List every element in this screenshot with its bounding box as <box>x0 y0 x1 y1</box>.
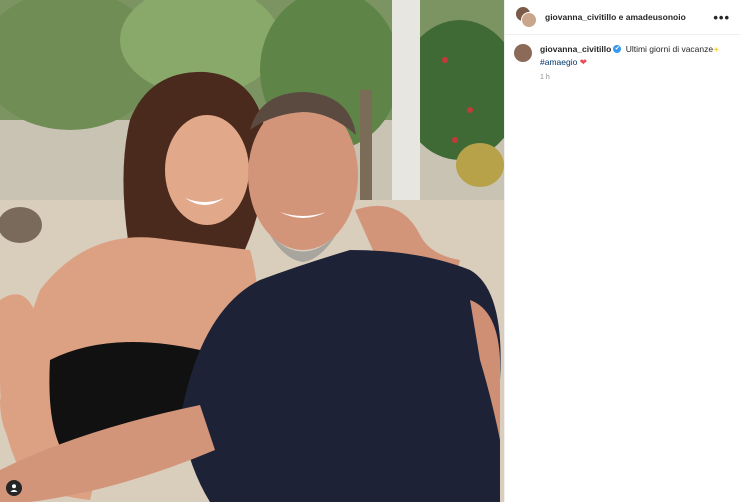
verified-badge-icon: ✔ <box>613 45 622 54</box>
post-timestamp[interactable]: 1 h <box>540 72 719 84</box>
post-photo[interactable] <box>0 0 504 502</box>
person-tag-icon <box>10 484 18 492</box>
caption-body: giovanna_civitillo ✔ Ultimi giorni di vac… <box>540 44 719 84</box>
instagram-post: giovanna_civitillo e amadeusonoio ••• gi… <box>0 0 740 502</box>
post-header: giovanna_civitillo e amadeusonoio ••• <box>505 0 740 35</box>
caption: giovanna_civitillo ✔ Ultimi giorni di vac… <box>505 35 740 84</box>
avatar[interactable] <box>514 44 532 62</box>
caption-text: Ultimi giorni di vacanze <box>625 44 714 54</box>
selfie-image <box>0 0 504 502</box>
post-sidebar: giovanna_civitillo e amadeusonoio ••• gi… <box>504 0 740 502</box>
sun-emoji-icon: ☀ <box>713 47 720 54</box>
caption-username[interactable]: giovanna_civitillo <box>540 44 611 54</box>
more-options-icon[interactable]: ••• <box>713 10 730 25</box>
heart-emoji-icon: ❤ <box>579 56 587 67</box>
collab-usernames[interactable]: giovanna_civitillo e amadeusonoio <box>545 12 713 22</box>
tagged-people-button[interactable] <box>6 480 22 496</box>
hashtag-link[interactable]: #amaegio <box>540 57 577 67</box>
collab-avatars[interactable] <box>515 6 537 28</box>
avatar <box>521 12 537 28</box>
